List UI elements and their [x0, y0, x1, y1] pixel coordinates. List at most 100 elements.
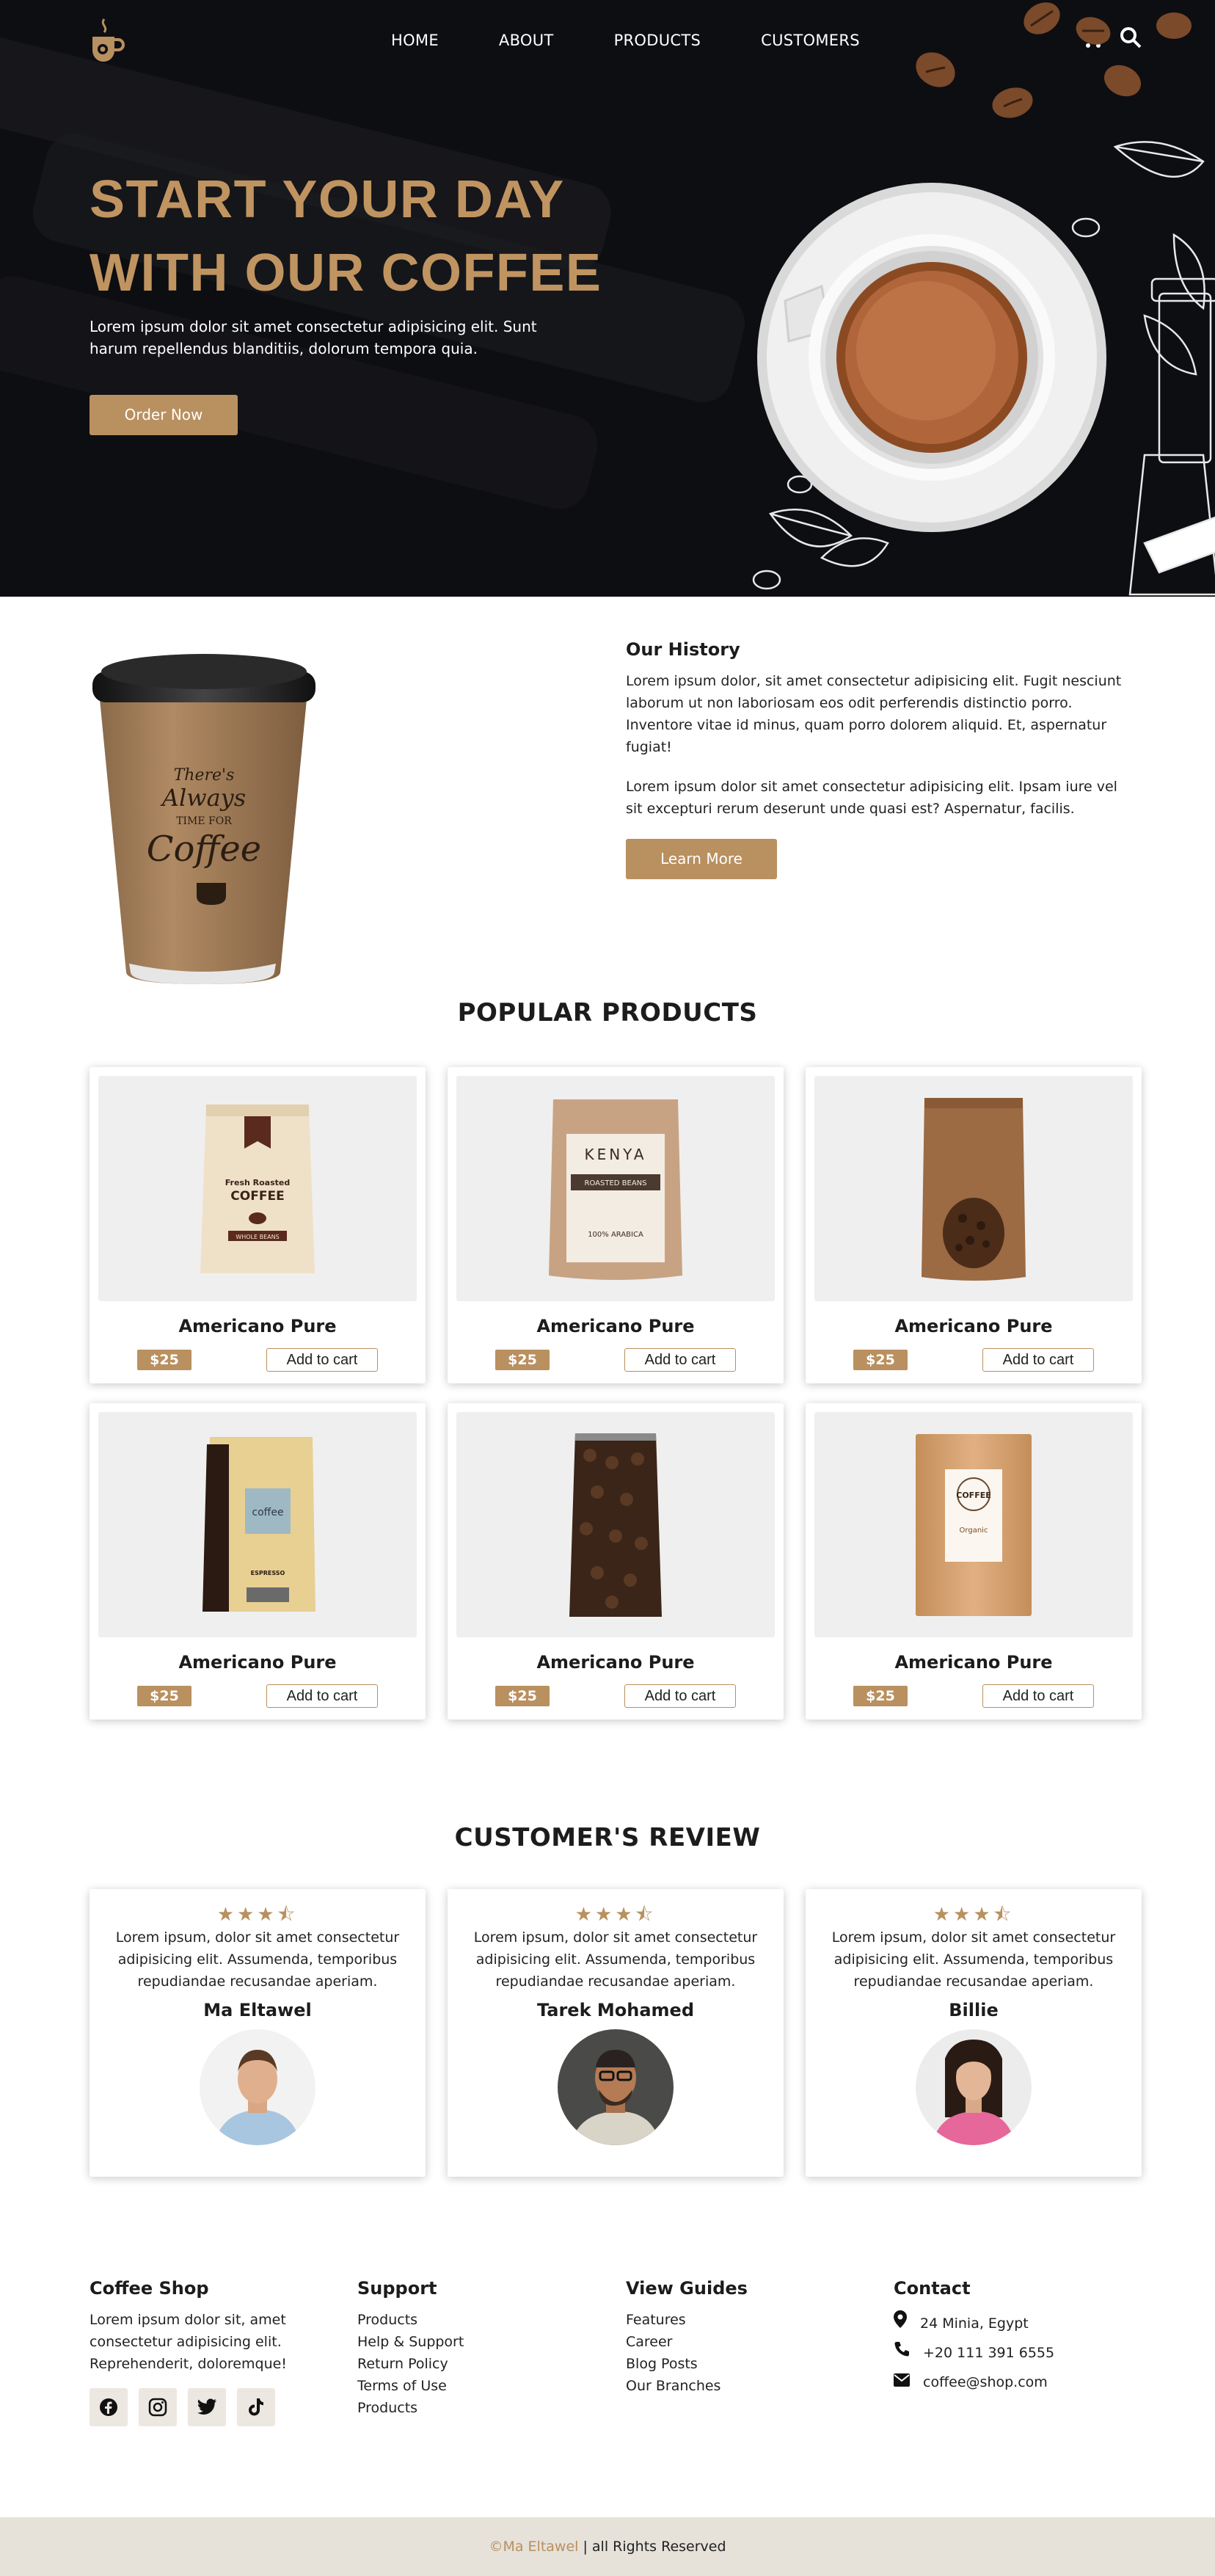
product-image: COFFEE Organic: [814, 1412, 1133, 1637]
instagram-icon[interactable]: [139, 2388, 177, 2426]
add-to-cart-button[interactable]: Add to cart: [982, 1684, 1094, 1708]
product-actions: $25 Add to cart: [851, 1347, 1096, 1372]
location-pin-icon: [894, 2309, 907, 2338]
product-name: Americano Pure: [894, 1316, 1053, 1336]
contact-address: 24 Minia, Egypt: [894, 2309, 1054, 2338]
product-image: [814, 1076, 1133, 1301]
avatar: [558, 2029, 674, 2145]
paper-coffee-cup-image: There's Always TIME FOR Coffee: [92, 654, 315, 984]
bag-label: ESPRESSO: [251, 1570, 285, 1576]
cup-text-theres: There's: [174, 766, 235, 785]
product-actions: $25 Add to cart: [493, 1683, 738, 1708]
cup-text-always: Always: [160, 784, 246, 812]
hero-title-line-1: START YOUR DAY: [90, 170, 565, 229]
history-title: Our History: [626, 639, 740, 660]
product-actions: $25 Add to cart: [851, 1683, 1096, 1708]
bag-label: coffee: [252, 1507, 283, 1518]
product-price: $25: [137, 1350, 191, 1370]
envelope-icon: [894, 2368, 910, 2397]
product-card[interactable]: Americano Pure $25 Add to cart: [448, 1403, 784, 1720]
footer-guides-title: View Guides: [626, 2278, 748, 2299]
phone-icon: [894, 2338, 910, 2368]
footer-guides: View Guides Features Career Blog Posts O…: [626, 2278, 748, 2397]
product-image: coffee ESPRESSO: [98, 1412, 417, 1637]
bag-label: ROASTED BEANS: [585, 1179, 647, 1187]
bag-label: KENYA: [584, 1146, 646, 1163]
product-name: Americano Pure: [536, 1316, 695, 1336]
cup-text-coffee: Coffee: [147, 829, 261, 870]
copyright-text: | all Rights Reserved: [578, 2539, 726, 2555]
contact-phone-text[interactable]: +20 111 391 6555: [923, 2338, 1054, 2368]
product-card[interactable]: Americano Pure $25 Add to cart: [806, 1067, 1142, 1383]
footer-contact: Contact 24 Minia, Egypt +20 111 391 6555…: [894, 2278, 1054, 2397]
product-price: $25: [495, 1350, 550, 1370]
contact-email-text[interactable]: coffee@shop.com: [923, 2368, 1048, 2397]
coffee-cup-illustration: [752, 2, 1215, 596]
product-card[interactable]: coffee ESPRESSO Americano Pure $25 Add t…: [90, 1403, 426, 1720]
footer-link[interactable]: Blog Posts: [626, 2353, 748, 2375]
product-image: KENYA ROASTED BEANS 100% ARABICA: [456, 1076, 775, 1301]
footer-support-title: Support: [357, 2278, 437, 2299]
bag-label: COFFEE: [230, 1189, 284, 1204]
product-price: $25: [853, 1350, 908, 1370]
facebook-icon[interactable]: [90, 2388, 128, 2426]
cup-text-time-for: TIME FOR: [176, 815, 232, 827]
footer-link[interactable]: Products: [357, 2309, 464, 2331]
product-price: $25: [495, 1686, 550, 1706]
review-grid: ★★★⯪ Lorem ipsum, dolor sit amet consect…: [90, 1889, 1142, 2177]
review-text: Lorem ipsum, dolor sit amet consectetur …: [831, 1929, 1116, 1990]
add-to-cart-button[interactable]: Add to cart: [982, 1348, 1094, 1372]
product-grid: Fresh Roasted COFFEE WHOLE BEANS America…: [90, 1067, 1142, 1720]
coffee-cup-logo-icon[interactable]: [85, 16, 126, 66]
star-rating-icon: ★★★⯪: [574, 1904, 657, 1926]
hero-text: Lorem ipsum dolor sit amet consectetur a…: [90, 318, 537, 357]
nav-home[interactable]: HOME: [391, 32, 439, 49]
star-rating-icon: ★★★⯪: [933, 1904, 1015, 1926]
review-card: ★★★⯪ Lorem ipsum, dolor sit amet consect…: [806, 1889, 1142, 2177]
product-name: Americano Pure: [894, 1652, 1053, 1673]
product-card[interactable]: Fresh Roasted COFFEE WHOLE BEANS America…: [90, 1067, 426, 1383]
twitter-icon[interactable]: [188, 2388, 226, 2426]
footer-shop: Coffee Shop Lorem ipsum dolor sit, amet …: [90, 2278, 324, 2426]
review-card: ★★★⯪ Lorem ipsum, dolor sit amet consect…: [90, 1889, 426, 2177]
footer-link[interactable]: Return Policy: [357, 2353, 464, 2375]
product-price: $25: [853, 1686, 908, 1706]
product-name: Americano Pure: [178, 1316, 337, 1336]
footer-shop-text: Lorem ipsum dolor sit, amet consectetur …: [90, 2312, 287, 2372]
nav-products[interactable]: PRODUCTS: [614, 32, 701, 49]
learn-more-button[interactable]: Learn More: [626, 839, 777, 879]
product-card[interactable]: COFFEE Organic Americano Pure $25 Add to…: [806, 1403, 1142, 1720]
copyright-author[interactable]: Ma Eltawel: [503, 2539, 578, 2555]
review-text: Lorem ipsum, dolor sit amet consectetur …: [473, 1929, 758, 1990]
footer-link[interactable]: Career: [626, 2331, 748, 2353]
reviews-section: ★★★⯪ Lorem ipsum, dolor sit amet consect…: [0, 1889, 1215, 2278]
product-actions: $25 Add to cart: [135, 1347, 380, 1372]
product-actions: $25 Add to cart: [493, 1347, 738, 1372]
contact-phone: +20 111 391 6555: [894, 2338, 1054, 2368]
footer-link[interactable]: Help & Support: [357, 2331, 464, 2353]
hero-section: HOME ABOUT PRODUCTS CUSTOMERS START YOUR…: [0, 0, 1215, 597]
reviews-title: CUSTOMER'S REVIEW: [454, 1823, 761, 1852]
footer-link[interactable]: Terms of Use: [357, 2375, 464, 2397]
hero-title-line-2: WITH OUR COFFEE: [90, 244, 602, 302]
products-section: Fresh Roasted COFFEE WHOLE BEANS America…: [0, 1067, 1215, 1823]
nav-about[interactable]: ABOUT: [499, 32, 554, 49]
history-section: There's Always TIME FOR Coffee Our Histo…: [0, 597, 1215, 1008]
add-to-cart-button[interactable]: Add to cart: [624, 1684, 736, 1708]
bag-label: 100% ARABICA: [588, 1231, 643, 1239]
add-to-cart-button[interactable]: Add to cart: [266, 1684, 378, 1708]
order-now-button[interactable]: Order Now: [90, 395, 238, 435]
history-text: Our History Lorem ipsum dolor, sit amet …: [626, 639, 1132, 879]
footer-link[interactable]: Products: [357, 2397, 464, 2419]
product-card[interactable]: KENYA ROASTED BEANS 100% ARABICA America…: [448, 1067, 784, 1383]
tiktok-icon[interactable]: [237, 2388, 275, 2426]
footer-link[interactable]: Our Branches: [626, 2375, 748, 2397]
add-to-cart-button[interactable]: Add to cart: [266, 1348, 378, 1372]
products-title: POPULAR PRODUCTS: [457, 998, 758, 1027]
product-actions: $25 Add to cart: [135, 1683, 380, 1708]
add-to-cart-button[interactable]: Add to cart: [624, 1348, 736, 1372]
footer-support: Support Products Help & Support Return P…: [357, 2278, 464, 2419]
footer-link[interactable]: Features: [626, 2309, 748, 2331]
contact-address-text: 24 Minia, Egypt: [920, 2315, 1029, 2332]
bag-label: COFFEE: [956, 1491, 990, 1500]
